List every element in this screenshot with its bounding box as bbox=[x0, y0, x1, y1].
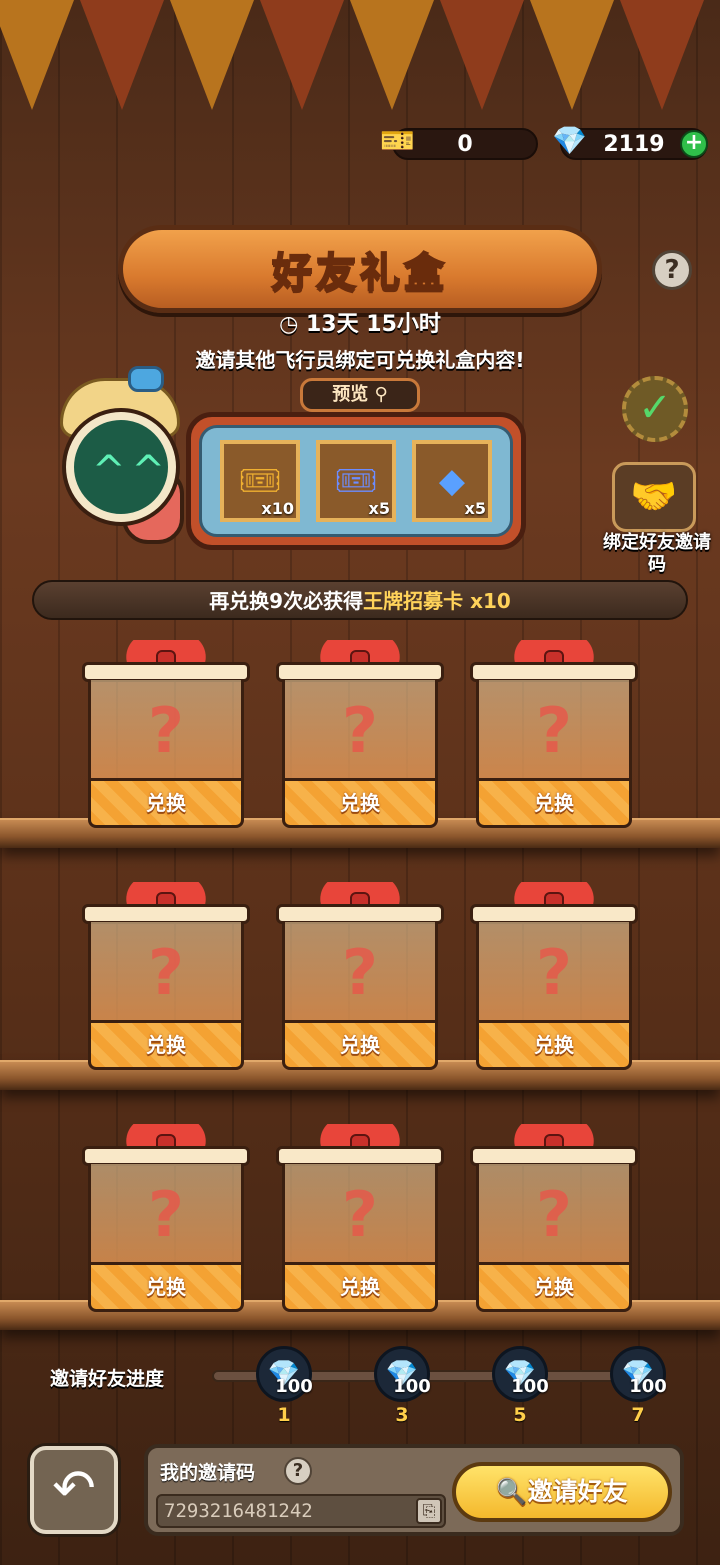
guarantee-banner: 再兑换9次必获得王牌招募卡 x10 bbox=[32, 580, 688, 620]
progress-label: 邀请好友进度 bbox=[50, 1368, 165, 1390]
invite-friends-label: 邀请好友 bbox=[527, 1477, 628, 1506]
gift-box: ? 兑换 bbox=[82, 882, 250, 1072]
ticket-icon: 🎫 bbox=[380, 124, 415, 157]
question-mark-icon: ? bbox=[342, 935, 378, 1009]
title-plaque: 好友礼盒 bbox=[118, 225, 602, 313]
gold-ticket-icon: 🎟 bbox=[238, 461, 282, 501]
exchange-button[interactable]: 兑换 bbox=[282, 778, 438, 828]
exchange-button[interactable]: 兑换 bbox=[282, 1262, 438, 1312]
bind-code-button[interactable]: 🤝 bbox=[612, 462, 696, 532]
preview-item-gold-ticket[interactable]: 🎟 x10 bbox=[220, 440, 300, 522]
preview-item-cube[interactable]: ◆ x5 bbox=[412, 440, 492, 522]
question-mark-icon: ? bbox=[342, 1177, 378, 1251]
gift-box: ? 兑换 bbox=[470, 1124, 638, 1314]
question-mark-icon: ? bbox=[536, 1177, 572, 1251]
timer-text: 13天 15小时 bbox=[305, 312, 441, 337]
exchange-button[interactable]: 兑换 bbox=[88, 1020, 244, 1070]
invite-code-label: 我的邀请码 bbox=[160, 1462, 256, 1484]
preview-tab-label: 预览 bbox=[332, 384, 369, 405]
exchange-button[interactable]: 兑换 bbox=[88, 778, 244, 828]
search-icon: 🔍 bbox=[496, 1477, 528, 1506]
mascot-eyes: ^^ bbox=[92, 448, 172, 494]
diamond-icon: 💎 bbox=[552, 124, 587, 157]
exchange-button[interactable]: 兑换 bbox=[476, 778, 632, 828]
milestone-amount: 100 bbox=[511, 1376, 549, 1397]
back-button[interactable]: ↶ bbox=[30, 1446, 118, 1534]
copy-icon[interactable]: ⎘ bbox=[416, 1498, 442, 1524]
handshake-icon: 🤝 bbox=[630, 474, 678, 518]
question-mark-icon: ? bbox=[148, 693, 184, 767]
gift-box: ? 兑换 bbox=[276, 882, 444, 1072]
question-mark-icon: ? bbox=[342, 693, 378, 767]
bunting-decoration bbox=[0, 0, 720, 130]
add-diamond-plus-icon[interactable]: + bbox=[680, 130, 708, 158]
milestone-count: 7 bbox=[631, 1404, 645, 1426]
invite-description: 邀请其他飞行员绑定可兑换礼盒内容! bbox=[195, 348, 525, 372]
cube-icon: ◆ bbox=[438, 461, 466, 501]
event-timer: ◷ 13天 15小时 bbox=[0, 306, 720, 338]
diamond-amount: 2119 bbox=[603, 131, 665, 157]
gift-box: ? 兑换 bbox=[82, 640, 250, 830]
milestone-amount: 100 bbox=[629, 1376, 667, 1397]
preview-tab[interactable]: 预览 ⚲ bbox=[300, 378, 420, 412]
page-title: 好友礼盒 bbox=[271, 249, 448, 297]
question-mark-icon: ? bbox=[536, 693, 572, 767]
milestone-count: 1 bbox=[277, 1404, 291, 1426]
item-qty: x5 bbox=[368, 499, 390, 518]
item-qty: x10 bbox=[261, 499, 294, 518]
gift-box: ? 兑换 bbox=[470, 640, 638, 830]
gift-box: ? 兑换 bbox=[82, 1124, 250, 1314]
help-button[interactable]: ? bbox=[652, 250, 692, 290]
blue-ticket-icon: 🎟 bbox=[334, 461, 378, 501]
guarantee-highlight: 王牌招募卡 x10 bbox=[363, 589, 511, 613]
question-mark-icon: ? bbox=[148, 935, 184, 1009]
exchange-button[interactable]: 兑换 bbox=[476, 1262, 632, 1312]
exchange-button[interactable]: 兑换 bbox=[88, 1262, 244, 1312]
invite-code-field[interactable]: 7293216481242 bbox=[156, 1494, 446, 1528]
mascot-bow bbox=[128, 366, 164, 392]
exchange-button[interactable]: 兑换 bbox=[476, 1020, 632, 1070]
milestone-count: 5 bbox=[513, 1404, 527, 1426]
gift-box: ? 兑换 bbox=[276, 640, 444, 830]
question-mark-icon: ? bbox=[536, 935, 572, 1009]
gift-box: ? 兑换 bbox=[276, 1124, 444, 1314]
checkmark-icon[interactable]: ✓ bbox=[622, 376, 688, 442]
invite-friends-button[interactable]: 🔍邀请好友 bbox=[452, 1462, 672, 1522]
bind-code-label: 绑定好友邀请码 bbox=[603, 532, 711, 575]
ticket-amount: 0 bbox=[457, 131, 473, 157]
gift-box: ? 兑换 bbox=[470, 882, 638, 1072]
milestone-amount: 100 bbox=[275, 1376, 313, 1397]
guarantee-prefix: 再兑换9次必获得 bbox=[209, 589, 364, 613]
question-mark-icon: ? bbox=[148, 1177, 184, 1251]
magnifier-icon: ⚲ bbox=[368, 384, 388, 405]
invite-code-help-button[interactable]: ? bbox=[284, 1457, 312, 1485]
exchange-button[interactable]: 兑换 bbox=[282, 1020, 438, 1070]
item-qty: x5 bbox=[464, 499, 486, 518]
preview-item-blue-ticket[interactable]: 🎟 x5 bbox=[316, 440, 396, 522]
preview-panel: 🎟 x10 🎟 x5 ◆ x5 bbox=[186, 412, 526, 550]
milestone-count: 3 bbox=[395, 1404, 409, 1426]
milestone-amount: 100 bbox=[393, 1376, 431, 1397]
clock-icon: ◷ bbox=[279, 312, 306, 337]
back-arrow-icon: ↶ bbox=[52, 1459, 96, 1519]
